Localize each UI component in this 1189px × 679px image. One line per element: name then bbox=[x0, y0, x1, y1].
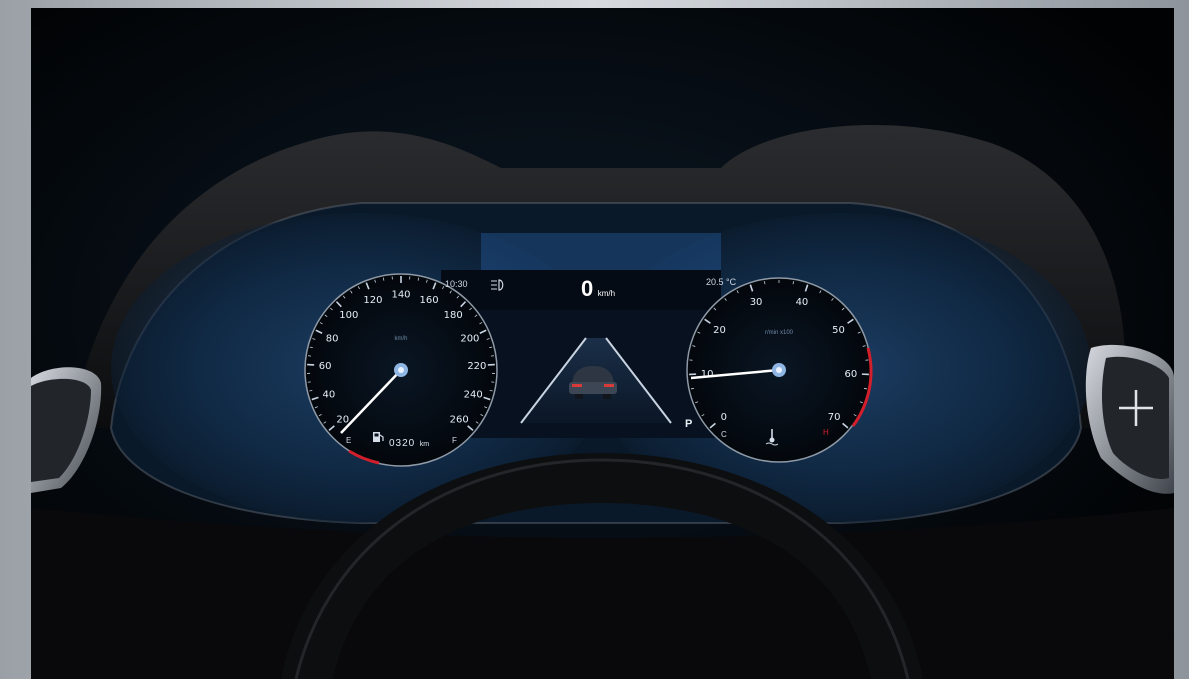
tachometer-tick-label: 10 bbox=[701, 369, 714, 380]
temperature-unit: °C bbox=[726, 277, 737, 287]
speedometer-tick-label: 80 bbox=[326, 333, 339, 344]
fuel-full-label: F bbox=[452, 436, 457, 445]
speedometer-tick-label: 20 bbox=[336, 414, 349, 425]
speed-value: 0 bbox=[581, 276, 594, 301]
speedometer-unit-label: km/h bbox=[394, 336, 408, 342]
speedometer-tick-label: 160 bbox=[420, 295, 439, 306]
tachometer: 0 10 20 30 40 50 60 70 bbox=[686, 277, 873, 463]
speedometer-tick-label: 220 bbox=[467, 361, 486, 372]
tachometer-tick-label: 20 bbox=[713, 325, 726, 336]
tachometer-tick-label: 60 bbox=[845, 369, 858, 380]
odometer-unit: km bbox=[419, 441, 430, 448]
tachometer-tick-label: 30 bbox=[750, 297, 763, 308]
speed-unit: km/h bbox=[597, 289, 616, 298]
odometer: 0320 km bbox=[389, 433, 429, 451]
speedometer-tick-label: 120 bbox=[363, 295, 382, 306]
fuel-empty-label: E bbox=[346, 436, 352, 445]
tachometer-tick-label: 40 bbox=[796, 297, 809, 308]
speedometer-tick-label: 100 bbox=[339, 310, 358, 321]
temp-cold-label: C bbox=[721, 430, 727, 439]
speedometer-tick bbox=[382, 277, 385, 281]
speedometer-tick-label: 140 bbox=[391, 290, 410, 301]
tachometer-unit-label: r/min x100 bbox=[764, 330, 793, 336]
tachometer-tick-label: 50 bbox=[832, 325, 845, 336]
speedometer-tick bbox=[417, 277, 420, 281]
speedometer-tick-label: 40 bbox=[322, 389, 335, 400]
speedometer-tick-label: 240 bbox=[464, 389, 483, 400]
digital-speed: 0 km/h bbox=[581, 276, 615, 302]
temperature-value: 20.5 bbox=[706, 277, 724, 287]
speedometer-tick-label: 260 bbox=[450, 414, 469, 425]
tachometer-tick-label: 0 bbox=[721, 412, 727, 423]
speedometer-tick-label: 200 bbox=[460, 333, 479, 344]
clock: 10:30 bbox=[445, 279, 468, 289]
speedometer-tick-label: 60 bbox=[319, 361, 332, 372]
temp-hot-label: H bbox=[823, 428, 829, 437]
tachometer-tick-label: 70 bbox=[828, 412, 841, 423]
dashboard-photo: 20 40 60 80 100 120 140 160 180 200 220 240 260 0 10 2… bbox=[31, 8, 1174, 679]
outside-temperature: 20.5 °C bbox=[706, 277, 736, 287]
gear-indicator: P bbox=[685, 418, 693, 430]
speedometer-tick-label: 180 bbox=[444, 310, 463, 321]
odometer-value: 0320 bbox=[389, 438, 416, 449]
